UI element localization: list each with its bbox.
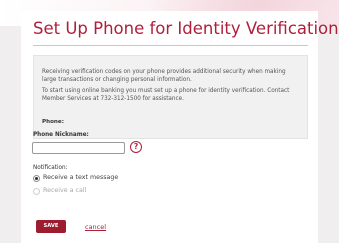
- option-call-label[interactable]: Receive a call: [43, 187, 86, 194]
- help-icon[interactable]: ?: [130, 141, 142, 153]
- notification-label: Notification:: [33, 165, 68, 171]
- title-divider: [33, 45, 308, 46]
- radio-text-message[interactable]: [33, 175, 40, 182]
- cancel-link[interactable]: cancel: [85, 223, 106, 231]
- page-title: Set Up Phone for Identity Verification: [33, 19, 339, 38]
- verification-panel: Set Up Phone for Identity Verification R…: [21, 11, 339, 243]
- info-text-contact: To start using online banking you must s…: [42, 88, 290, 103]
- option-text-message-label[interactable]: Receive a text message: [43, 174, 118, 181]
- phone-nickname-input[interactable]: [32, 142, 125, 154]
- phone-nickname-label: Phone Nickname:: [33, 132, 89, 138]
- phone-label: Phone:: [42, 119, 64, 125]
- info-text-security: Receiving verification codes on your pho…: [42, 69, 286, 84]
- info-box: Receiving verification codes on your pho…: [33, 55, 308, 139]
- radio-call[interactable]: [33, 188, 40, 195]
- save-button[interactable]: SAVE: [36, 220, 66, 233]
